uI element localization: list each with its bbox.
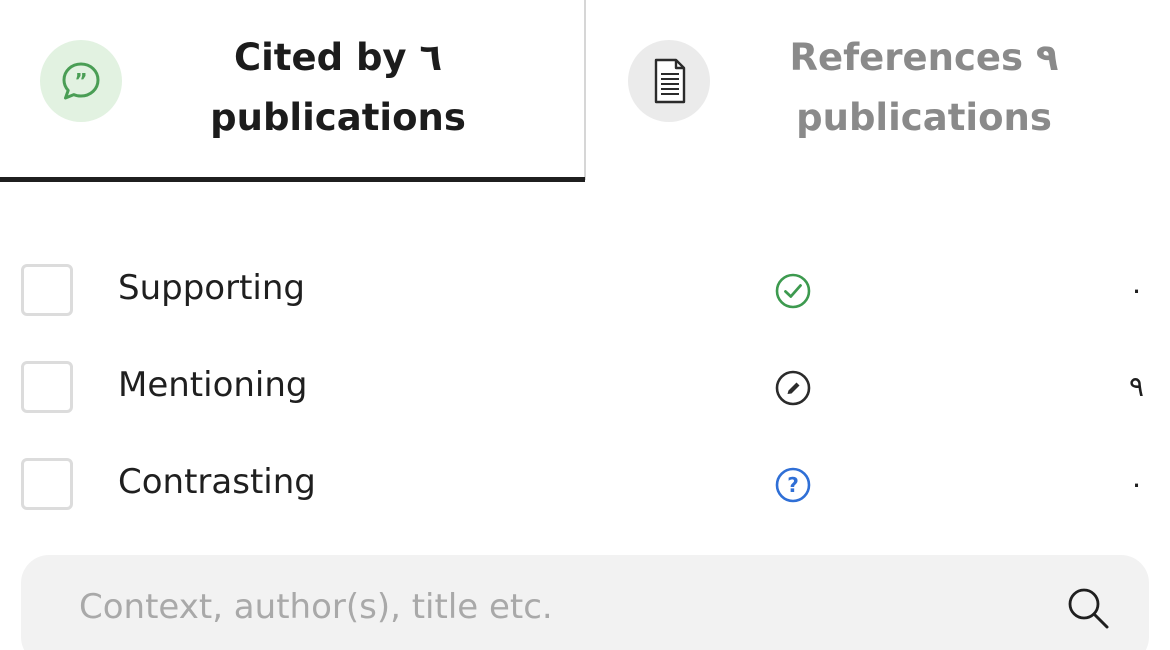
filter-label-supporting: Supporting: [118, 268, 305, 308]
tab-references-label: References ٩ publications: [754, 28, 1094, 148]
search-input[interactable]: [79, 577, 999, 637]
filter-row-supporting[interactable]: Supporting ٠: [0, 262, 1170, 322]
filter-label-contrasting: Contrasting: [118, 462, 316, 502]
check-circle-icon: [775, 273, 811, 309]
tab-cited-by-line2: publications: [210, 96, 466, 139]
tab-references-line1: References ٩: [789, 36, 1059, 79]
search-icon[interactable]: [1065, 585, 1111, 631]
tab-cited-by-line1: Cited by ٦: [233, 36, 443, 79]
tab-cited-by[interactable]: ” Cited by ٦ publications: [0, 0, 586, 180]
citation-panel: ” Cited by ٦ publications References ٩ p…: [0, 0, 1170, 650]
question-circle-icon: ?: [775, 467, 811, 503]
svg-text:?: ?: [787, 473, 799, 497]
filter-count-contrasting: ٠: [1128, 467, 1144, 500]
search-bar: [21, 555, 1149, 650]
filter-count-supporting: ٠: [1128, 273, 1144, 306]
svg-text:”: ”: [74, 69, 87, 93]
document-icon: [628, 40, 710, 122]
tab-references-line2: publications: [796, 96, 1052, 139]
slash-circle-icon: [775, 370, 811, 406]
tab-references[interactable]: References ٩ publications: [588, 0, 1170, 180]
tab-cited-by-label: Cited by ٦ publications: [168, 28, 508, 148]
active-tab-indicator: [0, 177, 585, 182]
filter-row-contrasting[interactable]: Contrasting ? ٠: [0, 456, 1170, 516]
supporting-checkbox[interactable]: [21, 264, 73, 316]
contrasting-checkbox[interactable]: [21, 458, 73, 510]
speech-bubble-quote-icon: ”: [40, 40, 122, 122]
filter-row-mentioning[interactable]: Mentioning ٩: [0, 359, 1170, 419]
filter-count-mentioning: ٩: [1128, 370, 1144, 403]
mentioning-checkbox[interactable]: [21, 361, 73, 413]
filter-label-mentioning: Mentioning: [118, 365, 308, 405]
